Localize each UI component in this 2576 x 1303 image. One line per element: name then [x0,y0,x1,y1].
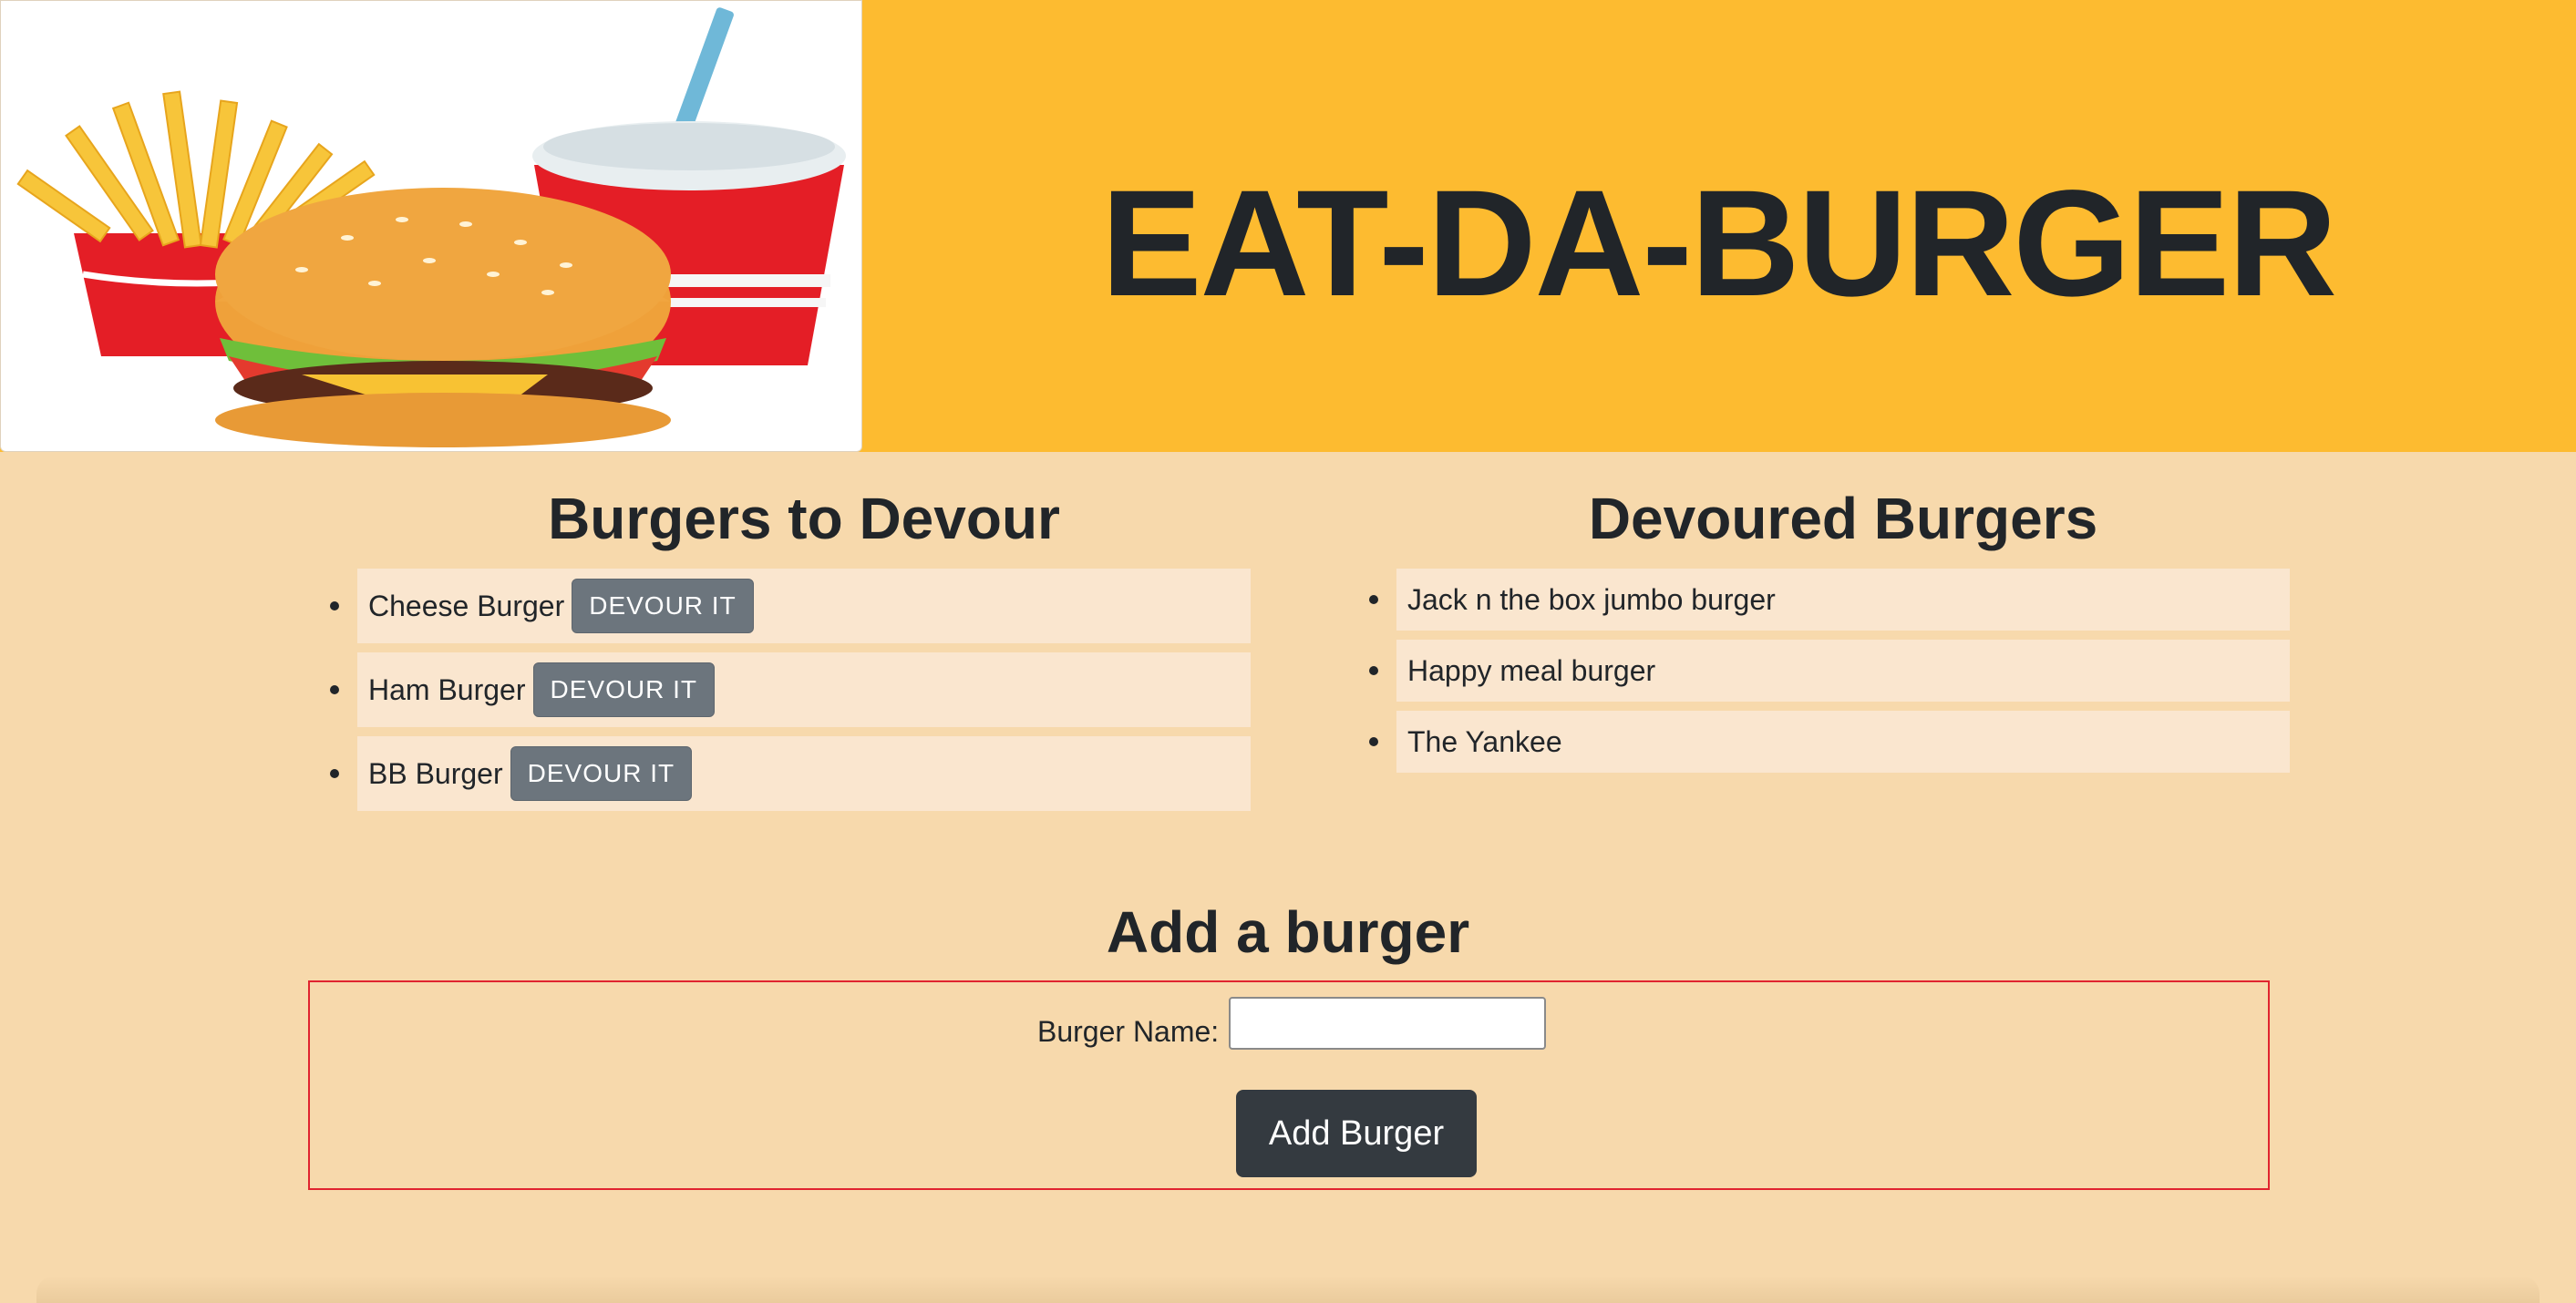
burgers-to-devour-heading: Burgers to Devour [548,486,1060,551]
footer-shadow [36,1276,2540,1303]
list-item: BB Burger DEVOUR IT [330,736,1251,811]
burger-name-input[interactable] [1229,997,1546,1050]
devoured-burgers-list: Jack n the box jumbo burger Happy meal b… [1369,569,2290,773]
burger-name: BB Burger [368,756,503,790]
burger-name: Jack n the box jumbo burger [1407,582,1776,616]
devour-it-button[interactable]: DEVOUR IT [510,746,693,801]
list-item: Cheese Burger DEVOUR IT [330,569,1251,643]
devour-it-button[interactable]: DEVOUR IT [532,662,715,717]
page-title: EAT-DA-BURGER [1100,159,2337,328]
burger-name: The Yankee [1407,724,1562,758]
devoured-burgers-section: Devoured Burgers Jack n the box jumbo bu… [1369,477,2290,782]
burger-name: Happy meal burger [1407,653,1656,687]
burgers-to-devour-section: Burgers to Devour Cheese Burger DEVOUR I… [330,477,1251,820]
add-burger-button[interactable]: Add Burger [1236,1090,1477,1177]
page-header: EAT-DA-BURGER [0,0,2576,452]
logo [0,0,862,452]
list-item: Ham Burger DEVOUR IT [330,652,1251,727]
burgers-to-devour-list: Cheese Burger DEVOUR IT Ham Burger DEVOU… [330,569,1251,811]
list-item: The Yankee [1369,711,2290,773]
burger-name: Cheese Burger [368,589,565,622]
burger-fries-drink-icon [16,7,846,447]
burger-name-label: Burger Name: [1037,1015,1220,1048]
add-burger-form: Burger Name: Add Burger [308,980,2270,1190]
list-item: Jack n the box jumbo burger [1369,569,2290,631]
burger-name: Ham Burger [368,672,526,706]
add-burger-heading: Add a burger [1106,899,1470,965]
devour-it-button[interactable]: DEVOUR IT [572,579,754,633]
list-item: Happy meal burger [1369,640,2290,702]
devoured-burgers-heading: Devoured Burgers [1588,486,2098,551]
